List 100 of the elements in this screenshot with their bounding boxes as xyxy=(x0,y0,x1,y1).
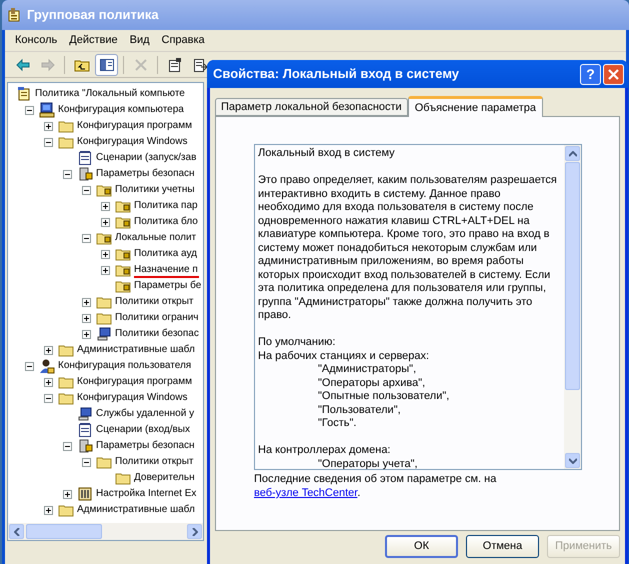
plus-icon xyxy=(103,252,108,256)
server-lock-icon xyxy=(77,438,93,454)
export-list-icon xyxy=(192,56,208,72)
tree-item[interactable]: Назначение п xyxy=(134,262,199,278)
scroll-right-button[interactable] xyxy=(187,524,202,539)
toolbar-button[interactable] xyxy=(95,54,118,76)
horizontal-scrollbar[interactable] xyxy=(8,523,203,540)
collapse-toggle[interactable] xyxy=(82,186,91,194)
minus-icon xyxy=(27,364,32,368)
tree-item[interactable]: Параметры безопасн xyxy=(96,166,196,182)
tools-icon xyxy=(77,486,93,502)
scroll-up-button[interactable] xyxy=(565,146,580,161)
collapse-toggle[interactable] xyxy=(63,170,72,178)
tree-item[interactable]: Политика пар xyxy=(134,198,199,214)
menu-item[interactable]: Действие xyxy=(63,32,124,49)
plus-icon xyxy=(84,300,89,304)
tree-item[interactable]: Конфигурация компьютера xyxy=(58,102,185,118)
tree-item[interactable]: Параметры бе xyxy=(134,278,202,294)
tree-item[interactable]: Политики огранич xyxy=(115,310,200,326)
expand-toggle[interactable] xyxy=(44,346,53,354)
tree-item[interactable]: Политики безопас xyxy=(115,326,200,342)
monitor-icon xyxy=(77,406,93,422)
computer-icon xyxy=(39,102,55,118)
collapse-toggle[interactable] xyxy=(82,458,91,466)
collapse-toggle[interactable] xyxy=(82,234,91,242)
expand-toggle[interactable] xyxy=(44,378,53,386)
expand-toggle[interactable] xyxy=(82,298,91,306)
scroll-down-button[interactable] xyxy=(565,453,580,468)
explanation-text: Это право определяет, каким пользователям разрешается интерактивно входить в систему. Данное право необходимо для входа пользователя в систему после одновременного нажатия клавиш CTRL+ALT+DEL на клавиатуре компьютера. Кроме того, это право на вход в систему может понадобиться некоторым службам или административным приложениям, во время работы которых происходит вход пользователей в систему. Если эта политика определена для пользователя или группы, группа "Администраторы" также должна получить это право. xyxy=(258,174,558,322)
user-icon xyxy=(39,358,55,374)
tree-item[interactable]: Политики открыт xyxy=(115,294,194,310)
minus-icon xyxy=(84,460,89,464)
vertical-scrollbar[interactable] xyxy=(564,145,581,469)
expand-toggle[interactable] xyxy=(101,250,110,258)
scroll-icon xyxy=(6,7,22,23)
plus-icon xyxy=(103,204,108,208)
tree-item[interactable]: Конфигурация Windows xyxy=(77,134,188,150)
help-button[interactable]: ? xyxy=(580,64,601,84)
plus-icon xyxy=(65,492,70,496)
server-lock-icon xyxy=(77,166,93,182)
tree-item[interactable]: Локальные полит xyxy=(115,230,198,246)
explanation-text: На рабочих станциях и серверах: xyxy=(258,350,430,363)
close-icon xyxy=(608,68,619,80)
tree-item[interactable]: Сценарии (запуск/зав xyxy=(96,150,198,166)
menu-item[interactable]: Вид xyxy=(124,32,156,49)
group-name: "Гость". xyxy=(317,417,358,430)
dialog-title: Свойства: Локальный вход в систему xyxy=(212,65,460,84)
tree-item[interactable]: Административные шабл xyxy=(77,342,196,358)
tree-item[interactable]: Службы удаленной у xyxy=(96,406,196,422)
plus-icon xyxy=(84,332,89,336)
tree-item[interactable]: Конфигурация Windows xyxy=(77,390,188,406)
tree-item[interactable]: Политики открыт xyxy=(115,454,194,470)
collapse-toggle[interactable] xyxy=(25,106,34,114)
tree-item[interactable]: Настройка Internet Ex xyxy=(96,486,198,502)
monitor-icon xyxy=(96,326,112,342)
techcenter-link[interactable]: веб-узле TechCenter xyxy=(254,487,358,499)
tab[interactable]: Объяснение параметра xyxy=(408,96,544,117)
expand-toggle[interactable] xyxy=(82,330,91,338)
tree-item[interactable]: Доверительн xyxy=(134,470,196,486)
expand-toggle[interactable] xyxy=(101,202,110,210)
plus-icon xyxy=(103,220,108,224)
plus-icon xyxy=(46,348,51,352)
tree-item[interactable]: Сценарии (вход/вых xyxy=(96,422,191,438)
collapse-toggle[interactable] xyxy=(44,394,53,402)
tree-item[interactable]: Политика бло xyxy=(134,214,199,230)
minus-icon xyxy=(46,140,51,144)
tree-item[interactable]: Административные шабл xyxy=(77,502,196,518)
properties-icon xyxy=(166,56,182,72)
expand-toggle[interactable] xyxy=(63,490,72,498)
close-button[interactable] xyxy=(603,64,624,84)
tree-item[interactable]: Политика ауд xyxy=(134,246,198,262)
plus-icon xyxy=(103,268,108,272)
tree-item[interactable]: Политики учетны xyxy=(115,182,196,198)
dialog-button[interactable]: ОК xyxy=(385,535,458,558)
expand-toggle[interactable] xyxy=(82,314,91,322)
expand-toggle[interactable] xyxy=(44,506,53,514)
tree-item[interactable]: Конфигурация пользователя xyxy=(58,358,192,374)
group-name: "Пользователи", xyxy=(317,404,402,417)
plus-icon xyxy=(46,124,51,128)
expand-toggle[interactable] xyxy=(101,266,110,274)
expand-toggle[interactable] xyxy=(101,218,110,226)
scroll-thumb[interactable] xyxy=(26,524,102,539)
collapse-toggle[interactable] xyxy=(63,442,72,450)
tree-item[interactable]: Конфигурация программ xyxy=(77,118,193,134)
minus-icon xyxy=(65,172,70,176)
menu-item[interactable]: Консоль xyxy=(9,32,64,49)
tree-item[interactable]: Политика "Локальный компьюте xyxy=(35,86,186,102)
expand-toggle[interactable] xyxy=(44,122,53,130)
group-name: "Администраторы", xyxy=(317,363,418,376)
collapse-toggle[interactable] xyxy=(44,138,53,146)
explanation-text: По умолчанию: xyxy=(258,336,336,350)
tree-item[interactable]: Параметры безопасн xyxy=(96,438,196,454)
menu-item[interactable]: Справка xyxy=(156,32,211,49)
minus-icon xyxy=(65,444,70,448)
scroll-thumb[interactable] xyxy=(565,162,580,390)
scroll-left-button[interactable] xyxy=(9,524,24,539)
dialog-button[interactable]: Отмена xyxy=(466,535,539,558)
tab[interactable]: Параметр локальной безопасности xyxy=(215,98,408,116)
tree-item[interactable]: Конфигурация программ xyxy=(77,374,193,390)
collapse-toggle[interactable] xyxy=(25,362,34,370)
